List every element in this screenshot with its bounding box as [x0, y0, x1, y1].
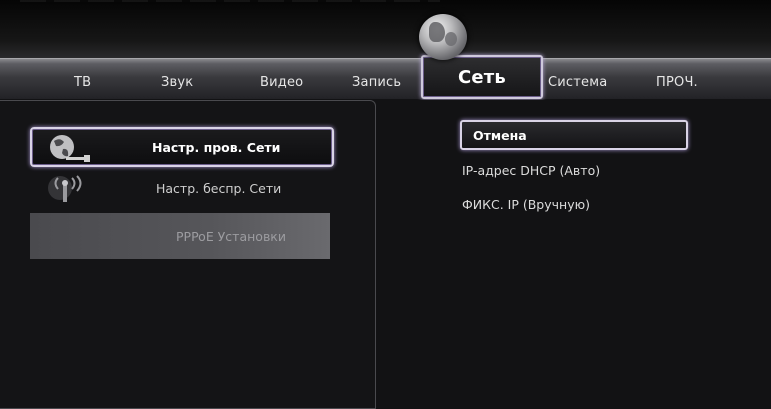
tab-audio[interactable]: Звук [161, 75, 193, 90]
menu-item-wireless-network[interactable]: Настр. беспр. Сети [30, 170, 330, 206]
tab-video[interactable]: Видео [260, 75, 303, 90]
top-band [0, 0, 771, 58]
wireless-antenna-icon [46, 174, 82, 202]
option-static-ip-manual[interactable]: ФИКС. IP (Вручную) [462, 197, 590, 212]
tab-other[interactable]: ПРОЧ. [656, 75, 698, 90]
faded-header-text [20, 0, 440, 2]
option-label: Отмена [473, 127, 527, 143]
tab-bar: ТВ Звук Видео Запись Сеть Система ПРОЧ. [0, 55, 771, 99]
wired-network-globe-icon [48, 133, 90, 162]
menu-item-pppoe-settings[interactable]: PPPoE Установки [30, 213, 330, 259]
menu-item-wired-network[interactable]: Настр. пров. Сети [30, 127, 334, 167]
option-cancel[interactable]: Отмена [460, 120, 688, 150]
option-dhcp-auto[interactable]: IP-адрес DHCP (Авто) [462, 163, 600, 178]
menu-item-label: Настр. беспр. Сети [156, 180, 282, 196]
tab-network-label: Сеть [457, 66, 507, 88]
network-globe-icon [419, 14, 467, 60]
tab-system[interactable]: Система [548, 75, 607, 90]
menu-item-label: Настр. пров. Сети [152, 139, 281, 155]
tab-tv[interactable]: ТВ [74, 75, 91, 90]
tab-record[interactable]: Запись [352, 75, 401, 90]
tab-network[interactable]: Сеть [421, 55, 543, 99]
menu-item-label: PPPoE Установки [176, 228, 286, 244]
